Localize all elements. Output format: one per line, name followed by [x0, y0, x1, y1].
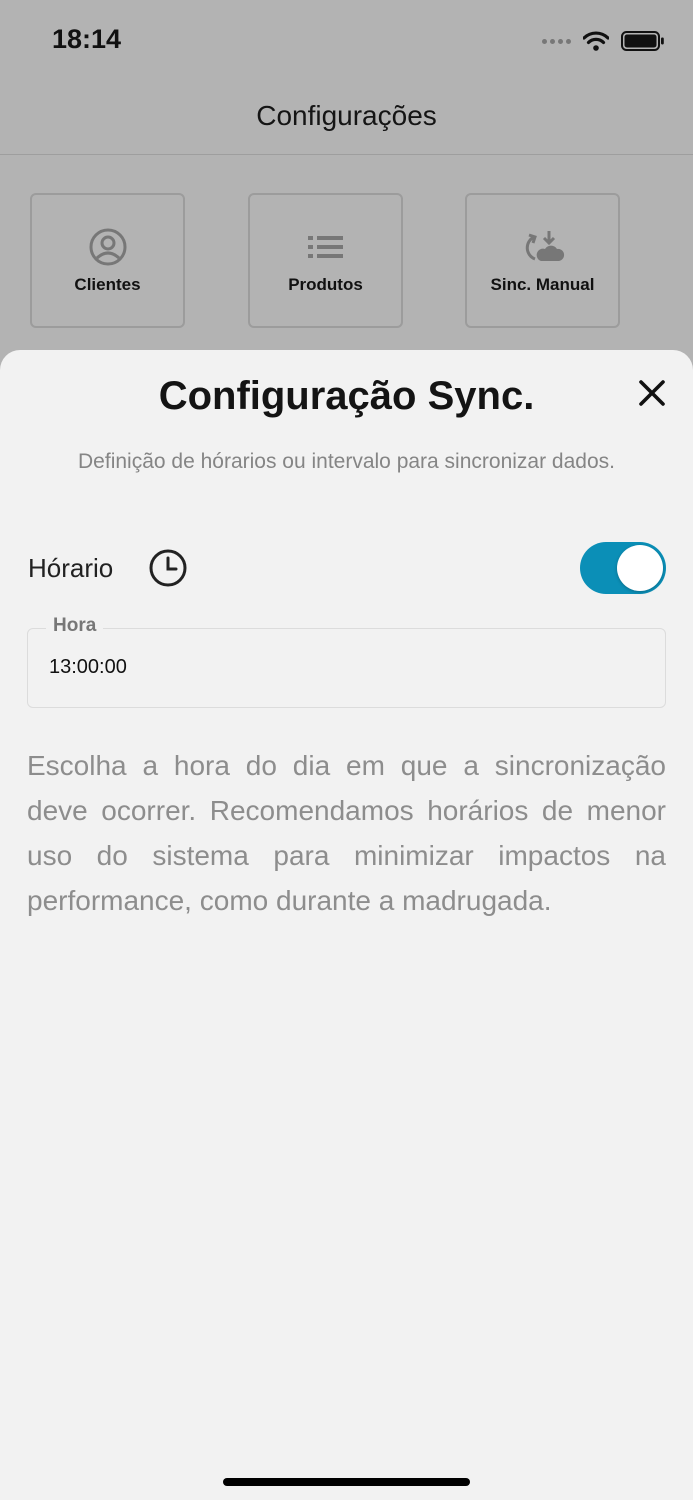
cloud-sync-icon [521, 227, 565, 267]
help-text: Escolha a hora do dia em que a sincroniz… [27, 750, 666, 916]
sheet-subtitle: Definição de hórarios ou intervalo para … [78, 450, 615, 473]
tile-label: Produtos [288, 274, 363, 294]
close-button[interactable] [633, 374, 671, 412]
clientes-tile-button[interactable]: Clientes [30, 193, 185, 328]
status-time: 18:14 [52, 24, 122, 54]
wifi-icon [583, 31, 609, 51]
home-indicator[interactable] [223, 1478, 470, 1486]
tile-label: Clientes [74, 274, 141, 294]
clock-icon [149, 549, 187, 587]
page-title: Configurações [256, 100, 437, 131]
list-icon [306, 227, 346, 267]
hora-field-label: Hora [46, 615, 104, 637]
battery-icon [621, 31, 664, 51]
user-circle-icon [88, 227, 128, 267]
status-icons [542, 30, 665, 52]
sheet-title: Configuração Sync. [158, 374, 535, 418]
schedule-toggle[interactable] [580, 542, 666, 594]
produtos-tile-button[interactable]: Produtos [248, 193, 403, 328]
header-divider [0, 154, 693, 155]
tile-label: Sinc. Manual [490, 274, 595, 294]
hora-field-value: 13:00:00 [49, 656, 127, 678]
screen: 18:14 Configurações Clientes Produtos Si… [0, 0, 693, 1500]
cellular-signal-icon [542, 38, 571, 44]
sync-config-sheet: Configuração Sync. Definição de hórarios… [0, 350, 693, 1500]
sinc-manual-tile-button[interactable]: Sinc. Manual [465, 193, 620, 328]
toggle-knob [617, 545, 663, 591]
schedule-label: Hórario [28, 553, 114, 583]
hora-field[interactable]: Hora 13:00:00 [27, 615, 666, 708]
close-icon [639, 380, 665, 406]
